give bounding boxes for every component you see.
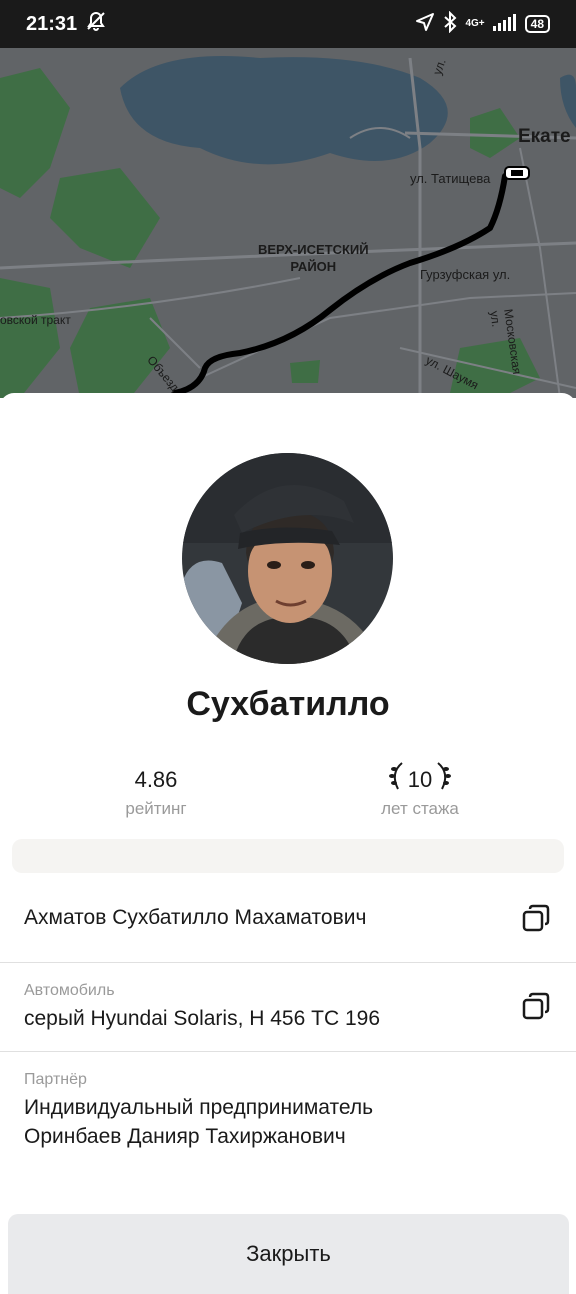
map[interactable]: ул. Татищева ВЕРХ-ИСЕТСКИЙ РАЙОН Гурзуфс… <box>0 48 576 398</box>
map-label-street-2: Гурзуфская ул. <box>420 267 511 282</box>
map-label-street-1: ул. Татищева <box>410 171 491 186</box>
signal-icon <box>492 13 517 36</box>
map-canvas <box>0 48 576 398</box>
experience-label: лет стажа <box>381 799 459 818</box>
status-time: 21:31 <box>26 12 78 35</box>
driver-name: Сухбатилло <box>186 685 390 723</box>
close-button[interactable]: Закрыть <box>8 1214 569 1294</box>
map-label-district: ВЕРХ-ИСЕТСКИЙ РАЙОН <box>258 242 369 274</box>
network-type: 4G+ <box>465 18 485 29</box>
laurel-right-icon <box>434 761 452 799</box>
muted-bell-icon <box>85 10 107 38</box>
partner-line-2: Оринбаев Данияр Тахиржанович <box>24 1125 346 1148</box>
driver-photo <box>182 453 393 664</box>
rating-label: рейтинг <box>125 799 187 818</box>
experience-value-wrap: 10 <box>360 762 480 795</box>
car-label: Автомобиль <box>24 982 115 999</box>
partner-label: Партнёр <box>24 1071 87 1088</box>
battery-icon: 48 <box>524 15 550 33</box>
battery-level: 48 <box>530 17 544 31</box>
experience-value: 10 <box>407 767 433 792</box>
car-value: серый Hyundai Solaris, Н 456 ТС 196 <box>24 1007 380 1030</box>
rating-stat: 4.86 рейтинг <box>96 765 216 819</box>
status-right: 4G+ 48 <box>415 10 550 38</box>
driver-avatar <box>182 453 393 664</box>
car-row: Автомобиль серый Hyundai Solaris, Н 456 … <box>0 963 576 1052</box>
map-label-street-5: овской тракт <box>0 313 71 327</box>
status-left: 21:31 <box>26 10 107 38</box>
experience-stat: 10 лет стажа <box>360 762 480 819</box>
full-name-text: Ахматов Сухбатилло Махаматович <box>24 906 367 929</box>
partner-row: Партнёр Индивидуальный предприниматель О… <box>0 1052 576 1182</box>
laurel-left-icon <box>388 761 406 799</box>
location-icon <box>415 12 435 37</box>
partner-line-1: Индивидуальный предприниматель <box>24 1096 374 1119</box>
status-bar: 21:31 4G+ 48 <box>0 0 576 48</box>
copy-icon[interactable] <box>522 904 550 932</box>
placeholder-bar <box>12 839 564 873</box>
copy-icon[interactable] <box>522 992 550 1020</box>
bluetooth-icon <box>443 10 457 38</box>
map-label-city: Екате <box>518 126 571 147</box>
rating-value: 4.86 <box>134 767 178 792</box>
driver-info-sheet: Сухбатилло 4.86 рейтинг 10 лет стажа Ахм… <box>0 393 576 1294</box>
full-name-row: Ахматов Сухбатилло Махаматович <box>0 873 576 963</box>
